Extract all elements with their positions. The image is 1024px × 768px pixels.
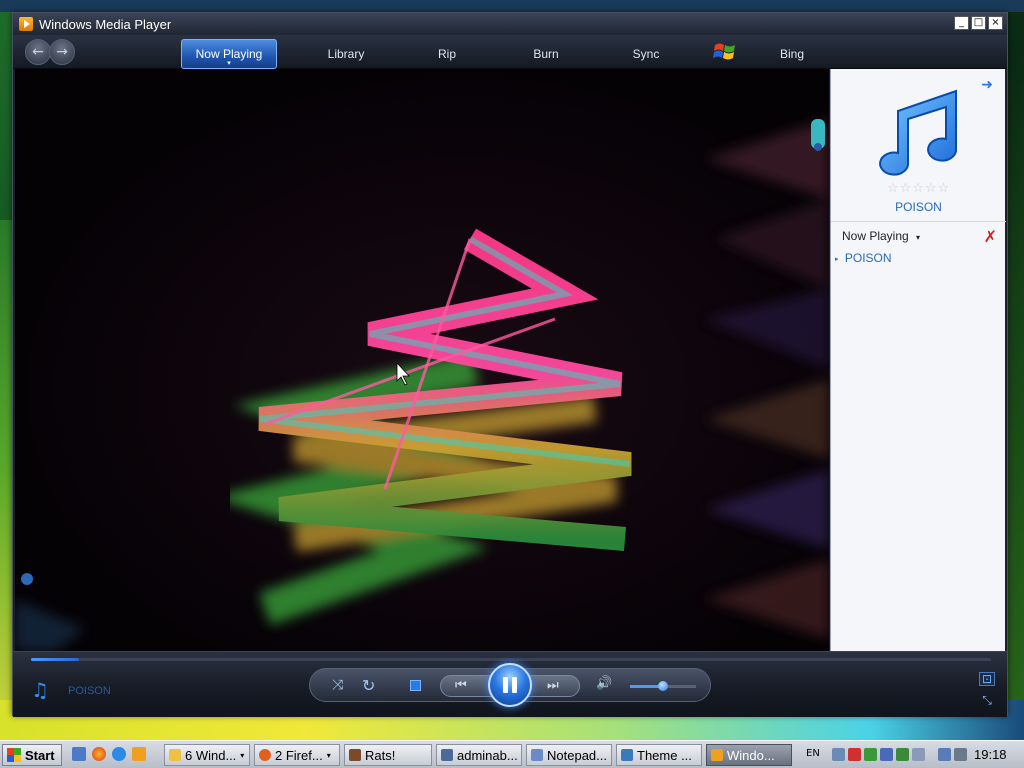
network-connection-icon[interactable] [938,748,951,761]
windows-flag-icon[interactable] [713,40,737,64]
pause-icon [503,677,508,693]
media-player-quicklaunch-icon[interactable] [132,747,146,761]
maximize-button[interactable]: □ [971,16,986,30]
navigation-bar: ← → Now Playing ▾ Library Rip Burn Sync … [13,35,1007,69]
tab-library[interactable]: Library [311,39,381,69]
now-playing-note-icon: ♫ [31,678,49,702]
album-track-title: POISON [895,200,942,214]
window-controls: _ □ × [954,16,1003,30]
now-playing-list-label: Now Playing [842,229,909,243]
taskbar-button-label: Theme ... [637,747,692,763]
rating-stars[interactable]: ☆☆☆☆☆ [887,181,950,196]
show-desktop-icon[interactable] [72,747,86,761]
mini-mode-icon[interactable]: ⤡ [979,694,995,708]
visualization-area[interactable] [15,69,829,651]
update-tray-icon[interactable] [880,748,893,761]
close-button[interactable]: × [988,16,1003,30]
playing-indicator-icon: ▸ [835,255,839,263]
seek-bar[interactable] [31,658,991,661]
list-item-title: POISON [844,251,892,265]
switch-view-icon[interactable]: ⊡ [979,672,995,686]
repeat-icon[interactable]: ↻ [362,676,375,695]
chevron-down-icon: ▾ [326,750,331,760]
album-art-music-note-icon[interactable] [876,81,966,181]
tab-sync[interactable]: Sync [616,39,676,69]
tab-burn[interactable]: Burn [516,39,576,69]
minimize-button[interactable]: _ [954,16,969,30]
transport-controls: ⤨ ↻ ⏮ ⏭ 🔊 [309,663,711,707]
clear-list-icon[interactable]: ✗ [984,227,997,246]
dropdown-caret-icon: ▾ [916,233,921,242]
firefox-quicklaunch-icon[interactable] [92,747,106,761]
visualization-graphic [15,119,829,651]
desktop-top-strip [0,0,1024,12]
go-to-library-arrow-icon[interactable]: ➜ [981,77,993,93]
now-playing-title: POISON [68,685,111,697]
next-button[interactable]: ⏭ [547,678,559,693]
taskbar-button-firefox[interactable]: 2 Firef... ▾ [254,744,340,766]
tab-now-playing-caret-icon: ▾ [227,60,231,67]
volume-tray-icon[interactable] [954,748,967,761]
display-tray-icon[interactable] [912,748,925,761]
firefox-icon [259,749,271,761]
notepad-icon [531,749,543,761]
window-title: Windows Media Player [39,16,172,32]
media-player-icon [711,749,723,761]
tab-now-playing[interactable]: Now Playing ▾ [181,39,277,69]
back-arrow-icon[interactable]: ← [25,39,51,65]
seek-bar-progress [31,658,79,661]
system-clock[interactable]: 19:18 [974,747,1007,762]
tab-bing[interactable]: Bing [759,39,825,69]
list-pane: ➜ ☆☆☆☆☆ POISON Now Playing ▾ ✗ ▸ POISON [830,69,1006,651]
windows-start-icon [7,748,21,762]
mute-volume-icon[interactable]: 🔊 [596,676,612,691]
taskbar-button-notepad[interactable]: Notepad... [526,744,612,766]
volume-slider-thumb[interactable] [658,681,668,691]
taskbar-button-label: Windo... [727,747,775,763]
start-button[interactable]: Start [2,744,62,766]
shuffle-icon[interactable]: ⤨ [332,677,343,693]
list-divider [831,221,1006,222]
taskbar-button-rats[interactable]: Rats! [344,744,432,766]
media-player-app-icon[interactable] [19,17,33,31]
list-item[interactable]: ▸ POISON [835,251,892,265]
document-icon [441,749,453,761]
language-indicator[interactable]: EN [806,748,820,759]
taskbar-button-label: Rats! [365,747,396,763]
taskbar-button-admin[interactable]: adminab... [436,744,522,766]
history-arrows: ← → [25,39,75,65]
user-tray-icon[interactable] [864,748,877,761]
rat-app-icon [349,749,361,761]
taskbar-button-label: adminab... [457,747,518,763]
chevron-down-icon: ▾ [240,750,245,760]
stop-button[interactable] [410,680,421,691]
title-bar[interactable]: Windows Media Player _ □ × [13,13,1007,35]
now-playing-list-dropdown[interactable]: Now Playing ▾ [842,229,920,243]
tab-rip[interactable]: Rip [417,39,477,69]
stop-icon [410,680,421,691]
taskbar: Start 6 Wind... ▾ 2 Firef... ▾ Rats! adm… [0,740,1024,768]
pause-button[interactable] [488,663,532,707]
previous-button[interactable]: ⏮ [455,678,467,693]
taskbar-button-label: 6 Wind... [185,747,237,763]
playback-control-bar: ♫ POISON ⤨ ↻ ⏮ ⏭ 🔊 ⊡ ⤡ [13,651,1007,717]
forward-arrow-icon[interactable]: → [49,39,75,65]
taskbar-button-windows-explorer[interactable]: 6 Wind... ▾ [164,744,250,766]
taskbar-button-media-player[interactable]: Windo... [706,744,792,766]
start-label: Start [25,747,55,763]
sync-tray-icon[interactable] [896,748,909,761]
taskbar-button-label: 2 Firef... [275,747,323,763]
taskbar-button-label: Notepad... [547,747,607,763]
folder-icon [169,749,181,761]
taskbar-button-theme[interactable]: Theme ... [616,744,702,766]
media-player-window: Windows Media Player _ □ × ← → Now Playi… [12,12,1008,717]
theme-icon [621,749,633,761]
security-shield-icon[interactable] [848,748,861,761]
internet-explorer-icon[interactable] [112,747,126,761]
network-tray-icon[interactable] [832,748,845,761]
